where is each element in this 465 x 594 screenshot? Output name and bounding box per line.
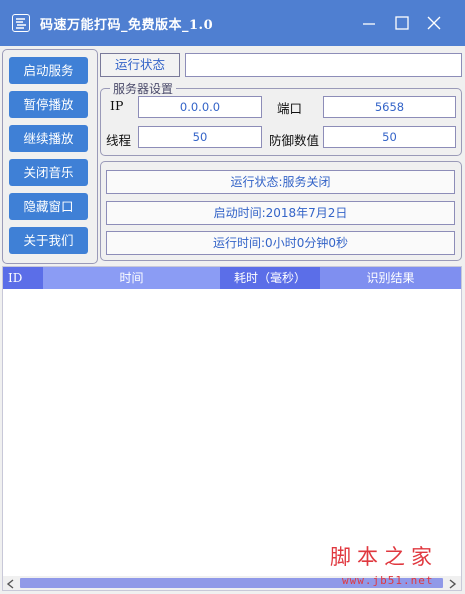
run-status-text: 运行状态:服务关闭 (106, 170, 455, 194)
threads-label: 线程 (106, 133, 132, 148)
minimize-button[interactable] (356, 10, 382, 36)
title-bar: 码速万能打码_免费版本_1.0 (0, 0, 465, 46)
ip-input[interactable]: 0.0.0.0 (138, 96, 262, 118)
close-button[interactable] (421, 10, 447, 36)
start-service-button[interactable]: 启动服务 (9, 57, 88, 84)
scroll-right-button[interactable] (447, 578, 457, 589)
table-header: ID 时间 耗时（毫秒） 识别结果 (3, 267, 461, 289)
column-header-time[interactable]: 时间 (43, 267, 220, 289)
watermark-url: www.jb51.net (342, 574, 434, 587)
port-label: 端口 (277, 101, 303, 116)
threads-input[interactable]: 50 (138, 126, 262, 148)
resume-playback-button[interactable]: 继续播放 (9, 125, 88, 152)
run-time-text: 运行时间:0小时0分钟0秒 (106, 231, 455, 255)
start-time-text: 启动时间:2018年7月2日 (106, 201, 455, 225)
watermark-text: 脚本之家 (330, 545, 438, 569)
chevron-right-icon (449, 579, 457, 589)
maximize-icon (395, 16, 409, 30)
port-input[interactable]: 5658 (323, 96, 456, 118)
stop-music-button[interactable]: 关闭音乐 (9, 159, 88, 186)
defense-label: 防御数值 (269, 133, 320, 148)
hide-window-button[interactable]: 隐藏窗口 (9, 193, 88, 220)
chevron-left-icon (6, 579, 14, 589)
pause-playback-button[interactable]: 暂停播放 (9, 91, 88, 118)
window-client-area: 启动服务 暂停播放 继续播放 关闭音乐 隐藏窗口 关于我们 运行状态 服务器设置… (0, 46, 465, 594)
defense-input[interactable]: 50 (323, 126, 456, 148)
column-header-id[interactable]: ID (3, 267, 43, 289)
app-logo-icon (12, 14, 30, 32)
window-title: 码速万能打码_免费版本_1.0 (40, 18, 214, 33)
column-header-result[interactable]: 识别结果 (320, 267, 461, 289)
close-icon (427, 16, 441, 30)
column-header-duration[interactable]: 耗时（毫秒） (220, 267, 320, 289)
control-panel: 启动服务 暂停播放 继续播放 关闭音乐 隐藏窗口 关于我们 (2, 49, 98, 264)
run-status-tab[interactable]: 运行状态 (100, 53, 180, 77)
maximize-button[interactable] (389, 10, 415, 36)
ip-label: IP (110, 98, 124, 113)
scroll-left-button[interactable] (6, 578, 16, 589)
minimize-icon (363, 23, 375, 25)
server-settings-title: 服务器设置 (110, 80, 177, 97)
about-us-button[interactable]: 关于我们 (9, 227, 88, 254)
run-status-field[interactable] (185, 53, 462, 77)
